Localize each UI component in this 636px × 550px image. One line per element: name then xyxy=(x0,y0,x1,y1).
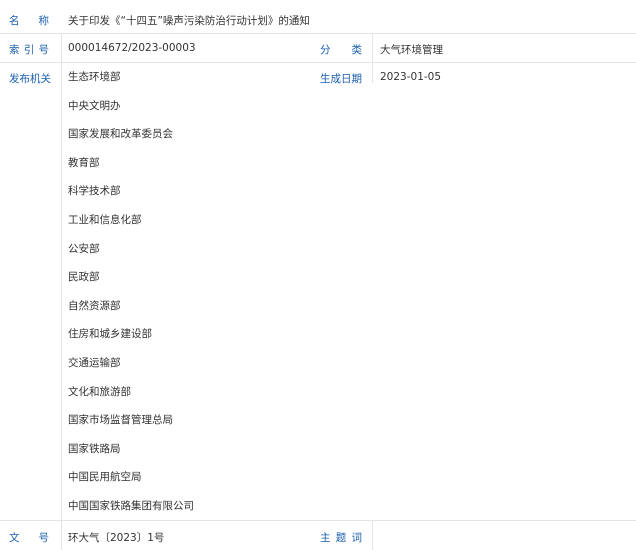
issuer-organization: 国家市场监督管理总局 xyxy=(68,414,173,427)
issuer-organization: 文化和旅游部 xyxy=(68,385,131,398)
subject-label-char-2: 题 xyxy=(335,532,347,544)
column-divider xyxy=(372,34,373,62)
issuer-organization: 中央文明办 xyxy=(68,99,121,112)
doc-number-label: 文 号 xyxy=(9,530,49,545)
column-divider xyxy=(61,63,62,520)
divider xyxy=(0,33,636,34)
doc-number-label-char-1: 文 xyxy=(9,532,20,544)
index-label-char-2: 引 xyxy=(23,44,35,56)
issuer-organization: 民政部 xyxy=(68,271,100,284)
column-divider xyxy=(61,521,62,550)
column-divider xyxy=(372,63,373,83)
issuer-organization: 国家发展和改革委员会 xyxy=(68,128,173,141)
issuer-organization-list: 生态环境部中央文明办国家发展和改革委员会 教育部科学技术部工业和信息化部 公安部民政… xyxy=(68,66,194,524)
issuer-organization: 国家铁路局 xyxy=(68,442,121,455)
issuer-organization: 科学技术部 xyxy=(68,185,121,198)
issuer-organization: 自然资源部 xyxy=(68,299,121,312)
category-label-char-1: 分 xyxy=(320,44,331,56)
subject-label: 主 题 词 xyxy=(320,530,362,545)
category-label-char-2: 类 xyxy=(351,44,363,56)
issuer-organization: 住房和城乡建设部 xyxy=(68,328,152,341)
issuer-organization: 工业和信息化部 xyxy=(68,213,142,226)
category-label: 分 类 xyxy=(320,42,362,57)
document-number: 环大气〔2023〕1号 xyxy=(68,532,165,544)
creation-date: 2023-01-05 xyxy=(380,71,442,83)
issuer-label: 发布机关 xyxy=(9,73,51,85)
category-value: 大气环境管理 xyxy=(380,44,443,56)
issuer-organization: 中国民用航空局 xyxy=(68,471,142,484)
date-label: 生成日期 xyxy=(320,73,362,85)
index-label-char-1: 索 xyxy=(9,44,20,56)
column-divider xyxy=(372,521,373,550)
issuer-organization: 教育部 xyxy=(68,156,100,169)
issuer-organization: 交通运输部 xyxy=(68,356,121,369)
document-title: 关于印发《“十四五”噪声污染防治行动计划》的通知 xyxy=(68,15,310,27)
subject-label-char-1: 主 xyxy=(320,532,331,544)
column-divider xyxy=(61,34,62,62)
title-label-char-2: 称 xyxy=(38,15,50,27)
doc-number-label-char-2: 号 xyxy=(38,532,50,544)
divider xyxy=(0,520,636,521)
issuer-organization: 生态环境部 xyxy=(68,71,121,83)
title-label: 名 称 xyxy=(9,13,49,28)
index-label: 索 引 号 xyxy=(9,42,49,57)
title-label-char-1: 名 xyxy=(9,15,20,27)
subject-label-char-3: 词 xyxy=(351,532,363,544)
issuer-organization: 公安部 xyxy=(68,242,100,255)
index-number: 000014672/2023-00003 xyxy=(68,42,196,54)
index-label-char-3: 号 xyxy=(38,44,50,56)
divider xyxy=(0,62,636,63)
